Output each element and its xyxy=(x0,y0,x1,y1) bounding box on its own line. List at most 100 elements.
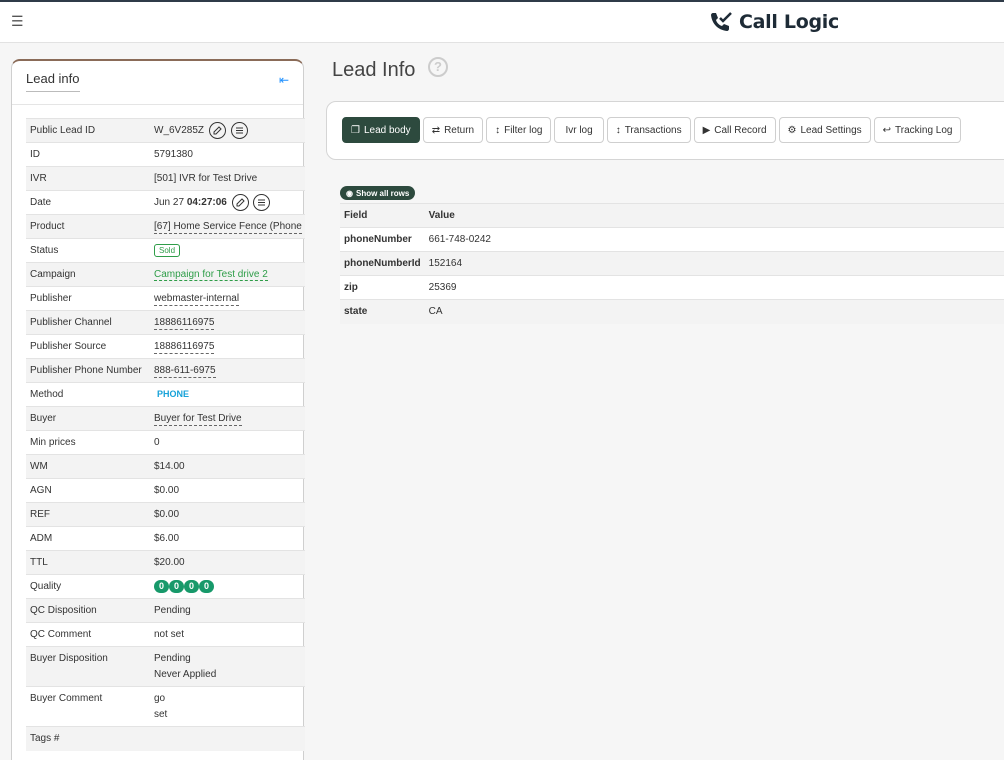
row-label: Publisher xyxy=(30,293,72,304)
publisher-channel-link[interactable]: 18886116975 xyxy=(154,317,215,330)
page-title: Lead Info xyxy=(332,59,416,81)
brand-logo[interactable]: Call Logic xyxy=(708,10,839,34)
row-label: TTL xyxy=(30,557,48,568)
field-name: state xyxy=(340,299,425,324)
publisher-source-link[interactable]: 18886116975 xyxy=(154,341,215,354)
quality-dot: 0 xyxy=(184,580,199,593)
top-bar: ☰ Call Logic xyxy=(0,0,1004,43)
lead-card-header: Lead info ⇤ xyxy=(12,61,303,105)
table-row: phoneNumberId 152164 xyxy=(340,251,1004,276)
field-value: 25369 xyxy=(424,275,1004,300)
lead-card-title: Lead info xyxy=(26,71,80,92)
row-label: QC Comment xyxy=(30,629,92,640)
table-row: Campaign Campaign for Test drive 2 xyxy=(26,262,305,287)
row-label: Buyer Comment xyxy=(30,693,103,704)
row-label: Quality xyxy=(30,581,62,592)
row-label: Tags # xyxy=(30,733,60,745)
play-icon: ▶ xyxy=(702,124,711,136)
list-icon[interactable] xyxy=(253,194,271,211)
row-label: Publisher Channel xyxy=(30,317,112,328)
table-row: Buyer Buyer for Test Drive xyxy=(26,406,305,431)
column-header: Field xyxy=(340,203,425,228)
column-header: Value xyxy=(424,203,1004,228)
table-row: QC Comment not set xyxy=(26,622,305,647)
row-label: WM xyxy=(30,461,48,472)
publisher-link[interactable]: webmaster-internal xyxy=(154,293,240,306)
table-row: Date Jun 27 04:27:06 xyxy=(26,190,305,215)
show-all-rows-button[interactable]: ◉ Show all rows xyxy=(340,186,416,200)
row-label: Min prices xyxy=(30,437,76,448)
tab-tracking-log[interactable]: ↩ Tracking Log xyxy=(873,117,962,143)
table-row: REF $0.00 xyxy=(26,502,305,527)
table-row: Status Sold xyxy=(26,238,305,263)
tab-panel: ❐ Lead body ⇄ Return ↕ Filter log Ivr lo… xyxy=(326,101,1004,160)
buyer-disposition-value: Pending xyxy=(154,653,191,664)
method-value: PHONE xyxy=(157,389,190,399)
row-label: ID xyxy=(30,149,40,160)
row-label: REF xyxy=(30,509,50,520)
quality-dot: 0 xyxy=(169,580,184,593)
phone-check-icon xyxy=(711,12,732,31)
row-value: Pending xyxy=(154,605,191,616)
row-label: QC Disposition xyxy=(30,605,97,616)
buyer-comment-line: go xyxy=(154,693,166,704)
publisher-phone-link[interactable]: 888-611-6975 xyxy=(154,365,216,378)
field-value: 661-748-0242 xyxy=(424,227,1004,252)
table-header-row: Field Value xyxy=(340,203,1004,228)
tab-row: ❐ Lead body ⇄ Return ↕ Filter log Ivr lo… xyxy=(342,117,962,143)
row-value: $14.00 xyxy=(154,461,185,472)
table-row: Publisher Channel 18886116975 xyxy=(26,310,305,335)
row-label: Buyer Disposition xyxy=(30,653,108,664)
tab-lead-body[interactable]: ❐ Lead body xyxy=(342,117,420,143)
row-label: ADM xyxy=(30,533,53,544)
table-row: Publisher webmaster-internal xyxy=(26,286,305,311)
date-value: Jun 27 xyxy=(154,197,185,209)
tab-lead-settings[interactable]: ⚙ Lead Settings xyxy=(778,117,871,143)
updown-icon: ↕ xyxy=(615,124,621,136)
product-link[interactable]: [67] Home Service Fence (Phone xyxy=(154,221,302,234)
row-label: Method xyxy=(30,389,64,400)
table-row: IVR [501] IVR for Test Drive xyxy=(26,166,305,191)
table-row: Quality 0000 xyxy=(26,574,305,599)
list-icon[interactable] xyxy=(230,122,248,139)
tab-call-record[interactable]: ▶ Call Record xyxy=(693,117,776,143)
table-row: QC Disposition Pending xyxy=(26,598,305,623)
help-icon[interactable]: ? xyxy=(428,57,448,77)
reply-icon: ↩ xyxy=(882,124,892,136)
copy-icon: ❐ xyxy=(351,124,360,136)
lead-body-table: Field Value phoneNumber 661-748-0242 pho… xyxy=(340,203,1004,324)
table-row: Publisher Phone Number 888-611-6975 xyxy=(26,358,305,383)
tab-ivr-log[interactable]: Ivr log xyxy=(554,117,604,143)
edit-icon[interactable] xyxy=(231,194,249,211)
row-value xyxy=(150,727,305,751)
buyer-link[interactable]: Buyer for Test Drive xyxy=(154,413,242,426)
table-row: Buyer Comment go set xyxy=(26,686,305,727)
lead-info-card: Lead info ⇤ Public Lead ID W_6V285Z ID 5… xyxy=(11,59,305,760)
status-badge: Sold xyxy=(154,244,181,257)
table-row: Buyer Disposition Pending Never Applied xyxy=(26,646,305,687)
tab-transactions[interactable]: ↕ Transactions xyxy=(606,117,691,143)
row-label: AGN xyxy=(30,485,52,496)
quality-dots: 0000 xyxy=(150,575,305,599)
row-value: $20.00 xyxy=(154,557,185,568)
row-label: Status xyxy=(30,245,59,256)
table-row: AGN $0.00 xyxy=(26,478,305,503)
buyer-disposition-note: Never Applied xyxy=(154,669,217,680)
collapse-icon[interactable]: ⇤ xyxy=(279,73,289,87)
edit-icon[interactable] xyxy=(208,122,226,139)
hamburger-menu-icon[interactable]: ☰ xyxy=(11,13,24,30)
public-lead-id: W_6V285Z xyxy=(154,125,205,137)
row-value: $6.00 xyxy=(154,533,180,544)
row-value: $0.00 xyxy=(154,509,180,520)
tab-filter-log[interactable]: ↕ Filter log xyxy=(486,117,552,143)
row-label: Publisher Source xyxy=(30,341,107,352)
table-row: zip 25369 xyxy=(340,275,1004,300)
row-label: Publisher Phone Number xyxy=(30,365,142,376)
row-label: Date xyxy=(30,197,52,208)
field-name: zip xyxy=(340,275,425,300)
row-label: Public Lead ID xyxy=(30,125,96,136)
tab-return[interactable]: ⇄ Return xyxy=(422,117,484,143)
swap-icon: ⇄ xyxy=(431,124,441,136)
table-row: Tags # xyxy=(26,726,305,751)
campaign-link[interactable]: Campaign for Test drive 2 xyxy=(154,269,268,281)
